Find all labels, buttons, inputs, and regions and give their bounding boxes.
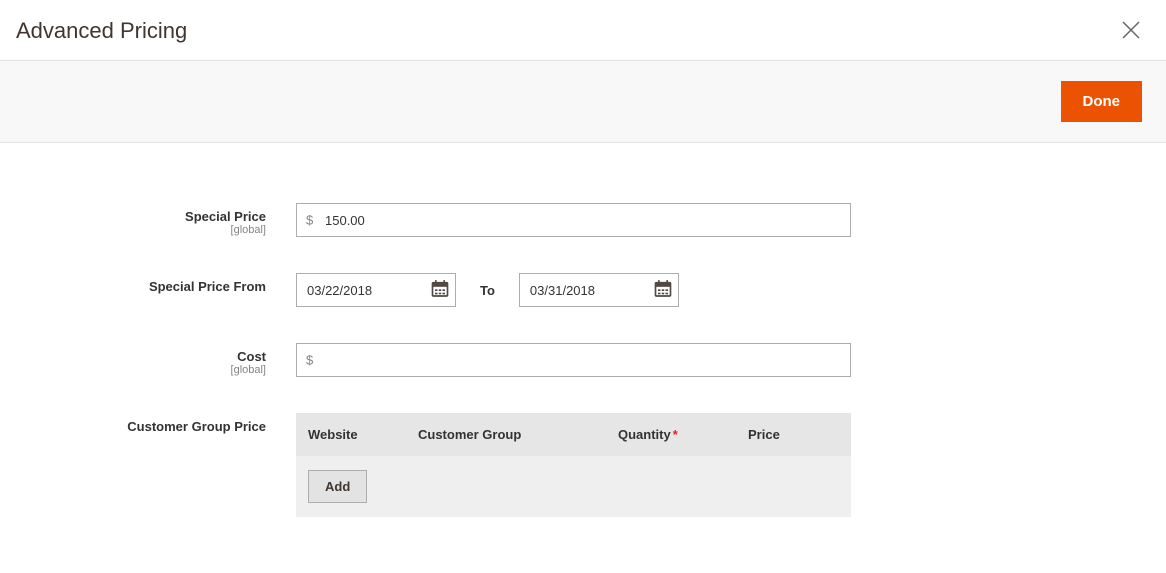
customer-group-price-field: Website Customer Group Quantity* Price A… <box>296 413 924 517</box>
from-date-wrap <box>296 273 456 307</box>
date-row: To <box>296 273 924 307</box>
col-quantity: Quantity* <box>618 427 748 442</box>
col-website: Website <box>308 427 418 442</box>
advanced-pricing-modal: Advanced Pricing Done Special Price [glo… <box>0 0 1166 573</box>
required-star-icon: * <box>673 427 678 442</box>
calendar-icon[interactable] <box>430 279 450 302</box>
cost-input[interactable] <box>296 343 851 377</box>
to-date-wrap <box>519 273 679 307</box>
special-price-dates-field: To <box>296 273 924 307</box>
cost-label: Cost <box>237 349 266 364</box>
special-price-input-wrap: $ <box>296 203 851 237</box>
close-icon[interactable] <box>1112 18 1150 46</box>
customer-group-table-body: Add <box>296 456 851 517</box>
form-area: Special Price [global] $ Special Price F… <box>40 143 940 573</box>
modal-title: Advanced Pricing <box>16 18 187 44</box>
special-price-scope: [global] <box>56 224 266 236</box>
done-button[interactable]: Done <box>1061 81 1143 122</box>
modal-header: Advanced Pricing <box>0 0 1166 60</box>
cost-row: Cost [global] $ <box>56 343 924 377</box>
special-price-from-label-col: Special Price From <box>56 273 296 294</box>
customer-group-table: Website Customer Group Quantity* Price A… <box>296 413 851 517</box>
cost-scope: [global] <box>56 364 266 376</box>
col-quantity-label: Quantity <box>618 427 671 442</box>
customer-group-table-head: Website Customer Group Quantity* Price <box>296 413 851 456</box>
special-price-from-label: Special Price From <box>149 279 266 294</box>
cost-input-wrap: $ <box>296 343 851 377</box>
customer-group-price-label-col: Customer Group Price <box>56 413 296 434</box>
special-price-label-col: Special Price [global] <box>56 203 296 236</box>
cost-label-col: Cost [global] <box>56 343 296 376</box>
special-price-input[interactable] <box>296 203 851 237</box>
special-price-field: $ <box>296 203 924 237</box>
customer-group-price-row: Customer Group Price Website Customer Gr… <box>56 413 924 517</box>
special-price-from-row: Special Price From To <box>56 273 924 307</box>
currency-symbol: $ <box>306 213 313 228</box>
special-price-label: Special Price <box>185 209 266 224</box>
add-button[interactable]: Add <box>308 470 367 503</box>
col-customer-group: Customer Group <box>418 427 618 442</box>
action-bar: Done <box>0 60 1166 143</box>
col-price: Price <box>748 427 839 442</box>
to-label: To <box>474 283 501 298</box>
calendar-icon[interactable] <box>653 279 673 302</box>
cost-field: $ <box>296 343 924 377</box>
currency-symbol: $ <box>306 353 313 368</box>
customer-group-price-label: Customer Group Price <box>127 419 266 434</box>
special-price-row: Special Price [global] $ <box>56 203 924 237</box>
